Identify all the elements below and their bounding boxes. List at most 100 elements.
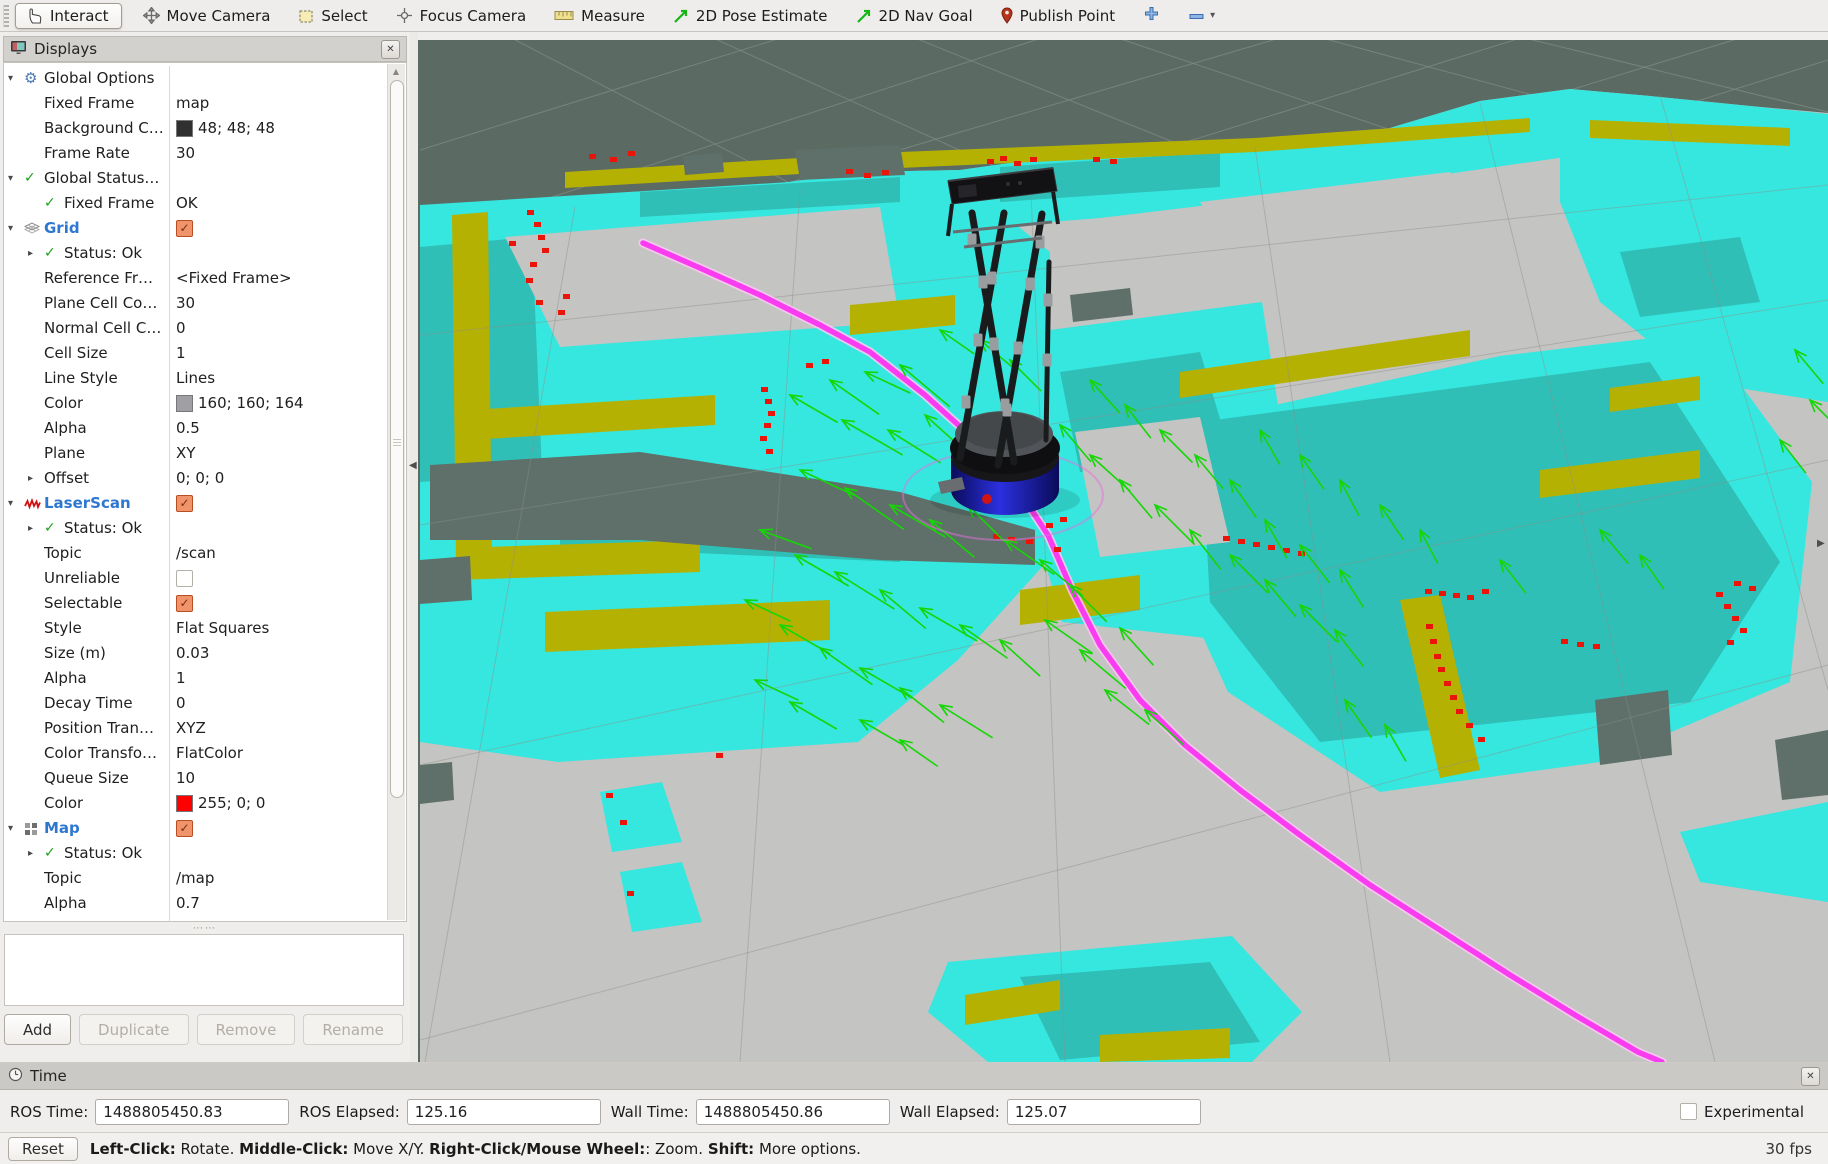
property-row-line-style[interactable]: Line StyleLines <box>4 366 389 391</box>
property-row-grid[interactable]: ▾Grid✓ <box>4 216 389 241</box>
wall-time-input[interactable] <box>696 1099 890 1125</box>
property-row-frame-rate[interactable]: Frame Rate30 <box>4 141 389 166</box>
property-row-alpha[interactable]: Alpha0.7 <box>4 891 389 916</box>
property-row-cell-size[interactable]: Cell Size1 <box>4 341 389 366</box>
collapse-left-panel-icon[interactable]: ◀ <box>409 458 417 474</box>
panel-splitter-handle[interactable]: ⋯⋯ <box>3 924 407 933</box>
property-value[interactable]: ✓ <box>169 216 389 241</box>
property-value[interactable]: 160; 160; 164 <box>169 391 389 416</box>
property-value[interactable] <box>169 516 389 541</box>
property-row-status-ok[interactable]: ▸✓Status: Ok <box>4 516 389 541</box>
property-value[interactable] <box>169 166 389 191</box>
property-row-background-c[interactable]: Background C…48; 48; 48 <box>4 116 389 141</box>
color-swatch[interactable] <box>176 395 193 412</box>
add-tool-button[interactable] <box>1144 6 1159 25</box>
displays-panel-header[interactable]: Displays ✕ <box>3 36 407 62</box>
property-row-status-ok[interactable]: ▸✓Status: Ok <box>4 241 389 266</box>
property-row-alpha[interactable]: Alpha1 <box>4 666 389 691</box>
expander-right-icon[interactable]: ▸ <box>28 466 44 491</box>
property-row-queue-size[interactable]: Queue Size10 <box>4 766 389 791</box>
wall-elapsed-input[interactable] <box>1007 1099 1201 1125</box>
property-value[interactable]: /map <box>169 866 389 891</box>
property-value[interactable]: Flat Squares <box>169 616 389 641</box>
property-value[interactable]: ✓ <box>169 591 389 616</box>
tool-2d-nav-goal[interactable]: 2D Nav Goal <box>845 5 984 27</box>
property-value[interactable]: 255; 0; 0 <box>169 791 389 816</box>
checkbox-unchecked[interactable] <box>176 570 193 587</box>
experimental-checkbox[interactable] <box>1680 1103 1697 1120</box>
expander-down-icon[interactable]: ▾ <box>8 216 24 241</box>
expander-right-icon[interactable]: ▸ <box>28 241 44 266</box>
time-close-icon[interactable]: ✕ <box>1801 1067 1820 1086</box>
property-value[interactable] <box>169 841 389 866</box>
property-value[interactable]: 30 <box>169 141 389 166</box>
color-swatch[interactable] <box>176 120 193 137</box>
property-row-plane[interactable]: PlaneXY <box>4 441 389 466</box>
property-value[interactable] <box>169 66 389 91</box>
property-value[interactable]: 0; 0; 0 <box>169 466 389 491</box>
reset-button[interactable]: Reset <box>8 1137 78 1161</box>
checkbox-checked[interactable]: ✓ <box>176 220 193 237</box>
property-row-color[interactable]: Color255; 0; 0 <box>4 791 389 816</box>
3d-scene[interactable] <box>418 40 1828 1062</box>
ros-elapsed-input[interactable] <box>407 1099 601 1125</box>
ros-time-input[interactable] <box>95 1099 289 1125</box>
property-row-selectable[interactable]: Selectable✓ <box>4 591 389 616</box>
expander-down-icon[interactable]: ▾ <box>8 166 24 191</box>
tool-2d-pose-estimate[interactable]: 2D Pose Estimate <box>662 5 839 27</box>
3d-viewport[interactable] <box>418 40 1828 1062</box>
property-row-global-status[interactable]: ▾✓Global Status… <box>4 166 389 191</box>
scrollbar-up-icon[interactable]: ▲ <box>388 67 404 76</box>
property-row-laserscan[interactable]: ▾LaserScan✓ <box>4 491 389 516</box>
property-value[interactable]: FlatColor <box>169 741 389 766</box>
duplicate-button[interactable]: Duplicate <box>79 1014 188 1045</box>
property-value[interactable]: /scan <box>169 541 389 566</box>
color-swatch[interactable] <box>176 795 193 812</box>
property-row-decay-time[interactable]: Decay Time0 <box>4 691 389 716</box>
property-value[interactable]: 30 <box>169 291 389 316</box>
property-value[interactable]: XYZ <box>169 716 389 741</box>
property-row-alpha[interactable]: Alpha0.5 <box>4 416 389 441</box>
property-value[interactable]: 0.03 <box>169 641 389 666</box>
property-row-reference-fr[interactable]: Reference Fr…<Fixed Frame> <box>4 266 389 291</box>
property-row-global-options[interactable]: ▾⚙Global Options <box>4 66 389 91</box>
tool-select[interactable]: Select <box>287 5 378 27</box>
property-row-color[interactable]: Color160; 160; 164 <box>4 391 389 416</box>
property-row-fixed-frame[interactable]: Fixed Framemap <box>4 91 389 116</box>
property-row-status-ok[interactable]: ▸✓Status: Ok <box>4 841 389 866</box>
property-row-position-tran[interactable]: Position Tran…XYZ <box>4 716 389 741</box>
tool-interact[interactable]: Interact <box>15 3 122 29</box>
tool-publish-point[interactable]: Publish Point <box>990 5 1126 27</box>
scrollbar-thumb[interactable] <box>390 80 404 798</box>
property-value[interactable]: XY <box>169 441 389 466</box>
vertical-splitter[interactable] <box>410 32 418 1062</box>
property-value[interactable]: 48; 48; 48 <box>169 116 389 141</box>
toolbar-drag-handle[interactable] <box>3 5 9 27</box>
remove-button[interactable]: Remove <box>197 1014 296 1045</box>
remove-tool-dropdown-icon[interactable]: ▾ <box>1210 10 1215 21</box>
property-row-map[interactable]: ▾Map✓ <box>4 816 389 841</box>
displays-tree[interactable]: ▾⚙Global OptionsFixed FramemapBackground… <box>3 62 407 922</box>
expander-down-icon[interactable]: ▾ <box>8 816 24 841</box>
property-value[interactable]: Lines <box>169 366 389 391</box>
property-row-fixed-frame[interactable]: ✓Fixed FrameOK <box>4 191 389 216</box>
property-value[interactable]: OK <box>169 191 389 216</box>
property-row-style[interactable]: StyleFlat Squares <box>4 616 389 641</box>
tool-move-camera[interactable]: Move Camera <box>132 5 282 27</box>
expander-right-icon[interactable]: ▸ <box>28 841 44 866</box>
collapse-right-panel-icon[interactable]: ▶ <box>1817 536 1825 552</box>
property-value[interactable]: 0 <box>169 691 389 716</box>
property-row-size-m[interactable]: Size (m)0.03 <box>4 641 389 666</box>
property-row-unreliable[interactable]: Unreliable <box>4 566 389 591</box>
displays-close-icon[interactable]: ✕ <box>381 40 400 59</box>
rename-button[interactable]: Rename <box>303 1014 403 1045</box>
add-button[interactable]: Add <box>4 1014 71 1045</box>
remove-tool-button[interactable] <box>1189 6 1204 25</box>
property-row-topic[interactable]: Topic/scan <box>4 541 389 566</box>
displays-scrollbar[interactable]: ▲ <box>387 64 405 920</box>
property-value[interactable]: 1 <box>169 666 389 691</box>
expander-down-icon[interactable]: ▾ <box>8 491 24 516</box>
property-row-topic[interactable]: Topic/map <box>4 866 389 891</box>
checkbox-checked[interactable]: ✓ <box>176 495 193 512</box>
checkbox-checked[interactable]: ✓ <box>176 820 193 837</box>
